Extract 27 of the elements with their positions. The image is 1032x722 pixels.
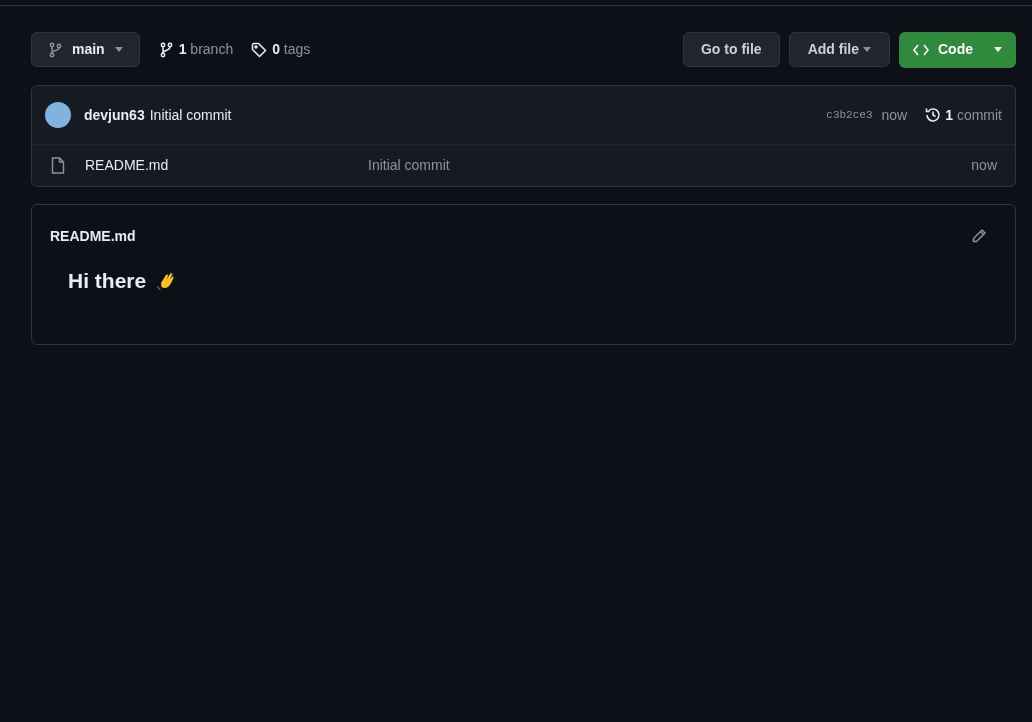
- caret-icon: [994, 47, 1002, 52]
- file-name[interactable]: README.md: [85, 155, 368, 176]
- go-to-file-button[interactable]: Go to file: [683, 32, 780, 67]
- readme-title: README.md: [50, 226, 136, 246]
- tags-link[interactable]: 0 tags: [251, 39, 311, 60]
- commit-message[interactable]: Initial commit: [149, 104, 232, 126]
- history-icon: [924, 106, 943, 124]
- branch-select[interactable]: main: [31, 32, 140, 67]
- file-commit-message[interactable]: Initial commit: [368, 155, 450, 176]
- commit-time: now: [881, 105, 908, 125]
- caret-icon: [114, 47, 123, 52]
- commit-author[interactable]: devjun63: [84, 104, 145, 126]
- readme-heading: Hi there: [68, 268, 147, 294]
- branch-icon: [48, 41, 62, 58]
- caret-icon: [863, 47, 871, 52]
- branches-link[interactable]: 1 branch: [158, 39, 234, 60]
- code-button[interactable]: Code: [899, 31, 1016, 68]
- commit-sha[interactable]: c3b2ce3: [826, 106, 873, 124]
- avatar: [45, 102, 71, 128]
- branch-icon: [158, 41, 173, 58]
- file-time: now: [971, 156, 997, 175]
- edit-pencil-icon[interactable]: [971, 228, 987, 244]
- file-icon: [50, 157, 66, 174]
- code-icon: [913, 43, 929, 56]
- add-file-button[interactable]: Add file: [788, 32, 890, 67]
- tag-icon: [251, 41, 268, 58]
- commit-history-link[interactable]: 1 commit: [924, 104, 1002, 126]
